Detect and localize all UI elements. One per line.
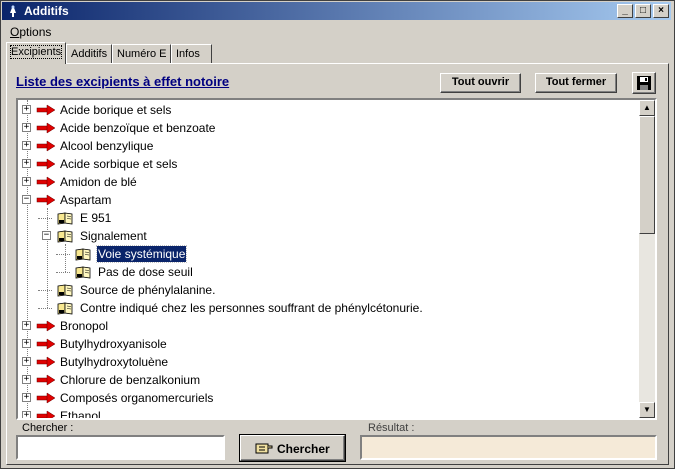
tab-label: Additifs <box>71 48 108 60</box>
expand-icon[interactable]: + <box>22 411 31 418</box>
tree-node-label: Amidon de blé <box>60 175 137 189</box>
tree-node-label: Signalement <box>80 229 147 243</box>
tree-node-label: Butylhydroxytoluène <box>60 355 169 369</box>
menu-bar: Options <box>2 22 671 40</box>
expand-icon[interactable]: + <box>22 123 31 132</box>
tab-infos[interactable]: Infos <box>171 44 212 64</box>
tree-node-label: Butylhydroxyanisole <box>60 337 167 351</box>
red-arrow-icon <box>36 338 56 350</box>
close-button[interactable]: × <box>653 4 669 18</box>
red-arrow-icon <box>36 410 56 418</box>
tree-node-label: Source de phénylalanine. <box>80 283 216 297</box>
result-label: Résultat : <box>368 422 415 434</box>
expand-icon[interactable]: + <box>22 339 31 348</box>
tree-connector <box>56 254 70 255</box>
red-arrow-icon <box>36 194 56 206</box>
open-book-icon <box>75 248 91 261</box>
tree-node-label: Chlorure de benzalkonium <box>60 373 201 387</box>
search-label: Chercher : <box>22 422 74 434</box>
result-field <box>360 435 657 460</box>
open-book-icon <box>57 284 73 297</box>
title-bar[interactable]: Additifs _ □ × <box>2 2 671 20</box>
tree-node-label: Pas de dose seuil <box>98 265 193 279</box>
scroll-up-button[interactable]: ▲ <box>639 100 655 116</box>
open-all-button[interactable]: Tout ouvrir <box>440 73 521 93</box>
tab-label: Excipients <box>9 45 63 59</box>
tree-viewport: + Acide borique et sels + Acide benzoïque e… <box>18 100 639 418</box>
menu-options-label: ptions <box>19 25 52 39</box>
tree-node-label: Composés organomercuriels <box>60 391 214 405</box>
expand-icon[interactable]: + <box>22 357 31 366</box>
tree-connector <box>38 218 52 219</box>
tree-node-label: Acide sorbique et sels <box>60 157 178 171</box>
excipient-tree[interactable]: + Acide borique et sels + Acide benzoïque e… <box>16 98 657 420</box>
expand-icon[interactable]: + <box>22 375 31 384</box>
red-arrow-icon <box>36 374 56 386</box>
open-book-icon <box>75 266 91 279</box>
tree-node-label: Acide benzoïque et benzoate <box>60 121 216 135</box>
menu-options-mnemonic: O <box>10 25 20 39</box>
expand-icon[interactable]: + <box>22 321 31 330</box>
app-icon <box>10 5 16 17</box>
vertical-scrollbar[interactable]: ▲ ▼ <box>639 100 655 418</box>
expand-icon[interactable]: + <box>22 177 31 186</box>
tree-node-label: Bronopol <box>60 319 109 333</box>
pointing-hand-icon <box>255 443 273 454</box>
collapse-icon[interactable]: − <box>22 195 31 204</box>
open-book-icon <box>57 212 73 225</box>
red-arrow-icon <box>36 392 56 404</box>
list-title[interactable]: Liste des excipients à effet notoire <box>16 74 229 89</box>
save-button[interactable] <box>632 72 656 94</box>
red-arrow-icon <box>36 158 56 170</box>
tab-excipients[interactable]: Excipients <box>6 42 66 64</box>
tree-guide-line <box>47 208 48 308</box>
menu-options[interactable]: Options <box>10 25 51 39</box>
red-arrow-icon <box>36 122 56 134</box>
tree-node-label: Alcool benzylique <box>60 139 154 153</box>
tree-node-label: Voie systémique <box>95 245 188 263</box>
floppy-disk-icon <box>637 76 651 90</box>
minimize-button[interactable]: _ <box>617 4 633 18</box>
red-arrow-icon <box>36 140 56 152</box>
expand-icon[interactable]: + <box>22 159 31 168</box>
close-all-button[interactable]: Tout fermer <box>535 73 617 93</box>
maximize-button[interactable]: □ <box>635 4 651 18</box>
tree-node-label: Acide borique et sels <box>60 103 172 117</box>
window-title: Additifs <box>24 4 69 18</box>
search-input[interactable] <box>16 435 225 460</box>
scroll-thumb[interactable] <box>639 116 655 234</box>
tab-additifs[interactable]: Additifs <box>66 44 112 64</box>
tree-node-label: E 951 <box>80 211 112 225</box>
search-button[interactable]: Chercher <box>240 435 345 461</box>
scroll-down-button[interactable]: ▼ <box>639 402 655 418</box>
tree-connector <box>56 272 70 273</box>
tree-connector <box>38 290 52 291</box>
tree-connector <box>38 308 52 309</box>
expand-icon[interactable]: + <box>22 141 31 150</box>
tree-node-label: Aspartam <box>60 193 112 207</box>
search-button-label: Chercher <box>277 442 330 456</box>
tree-node-label: Ethanol <box>60 409 101 418</box>
tree-guide-line <box>65 244 66 272</box>
tab-numero-e[interactable]: Numéro E <box>112 44 171 64</box>
tab-label: Numéro E <box>117 48 167 60</box>
open-book-icon <box>57 230 73 243</box>
expand-icon[interactable]: + <box>22 393 31 402</box>
expand-icon[interactable]: + <box>22 105 31 114</box>
red-arrow-icon <box>36 176 56 188</box>
open-book-icon <box>57 302 73 315</box>
tab-label: Infos <box>176 48 200 60</box>
red-arrow-icon <box>36 104 56 116</box>
collapse-icon[interactable]: − <box>42 231 51 240</box>
red-arrow-icon <box>36 320 56 332</box>
tree-node-label: Contre indiqué chez les personnes souffr… <box>80 301 423 315</box>
red-arrow-icon <box>36 356 56 368</box>
